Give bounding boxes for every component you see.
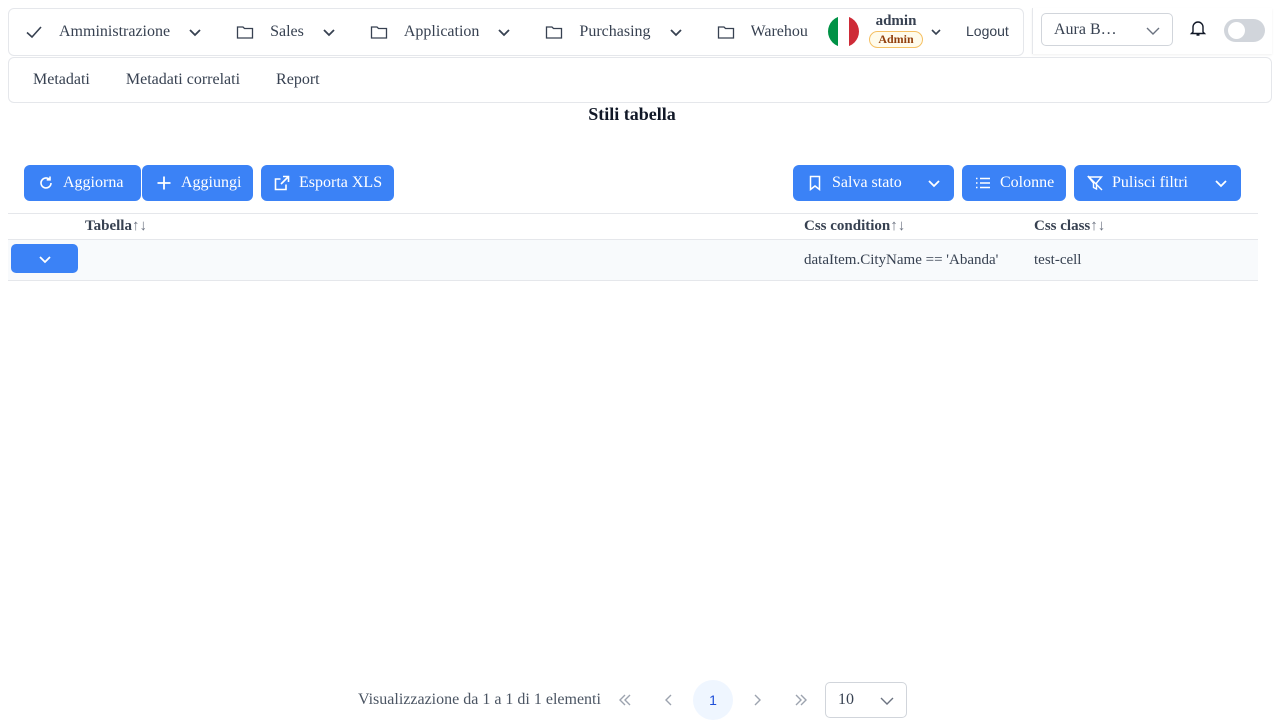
- chevron-down-icon: [1215, 180, 1227, 188]
- menu-item-label: Application: [403, 23, 480, 40]
- logout-button[interactable]: Logout: [966, 23, 1009, 39]
- columns-button[interactable]: Colonne: [962, 165, 1066, 201]
- table-header: Tabella↑↓ Css condition↑↓ Css class↑↓: [8, 213, 1258, 240]
- filter-slash-icon: [1086, 174, 1104, 192]
- company-select[interactable]: Aura B…: [1041, 13, 1173, 46]
- chevron-down-icon: [669, 25, 683, 39]
- cell-css-condition: dataItem.CityName == 'Abanda': [804, 252, 999, 268]
- rows-per-page-value: 10: [838, 691, 854, 708]
- menu-item-warehouse[interactable]: Warehou: [701, 9, 831, 55]
- next-page-icon[interactable]: [741, 684, 773, 716]
- sub-menubar: Metadati Metadati correlati Report: [8, 57, 1272, 103]
- list-icon: [974, 174, 992, 192]
- page-title: Stili tabella: [588, 104, 676, 124]
- refresh-icon: [37, 174, 55, 192]
- language-flag-icon[interactable]: [828, 16, 859, 47]
- company-select-value: Aura B…: [1054, 20, 1117, 38]
- clear-filters-button[interactable]: Pulisci filtri: [1074, 165, 1241, 201]
- export-label: Esporta XLS: [299, 174, 383, 191]
- save-state-label: Salva stato: [832, 174, 902, 191]
- user-role-badge: Admin: [869, 31, 923, 48]
- menu-item-label: Sales: [270, 23, 304, 40]
- clear-filters-label: Pulisci filtri: [1112, 174, 1188, 191]
- row-actions-button[interactable]: [11, 244, 78, 273]
- last-page-icon[interactable]: [785, 684, 817, 716]
- check-icon: [25, 23, 43, 41]
- refresh-label: Aggiorna: [63, 174, 124, 191]
- column-title: Css class: [1034, 218, 1091, 234]
- save-state-dropdown[interactable]: [914, 165, 954, 201]
- bookmark-icon: [806, 174, 824, 192]
- menu-item-label: Warehou: [750, 23, 808, 40]
- menu-item-application[interactable]: Application: [354, 9, 530, 55]
- submenu-item-metadati[interactable]: Metadati: [33, 71, 90, 89]
- columns-label: Colonne: [1000, 174, 1055, 191]
- sort-icon[interactable]: ↑↓: [132, 218, 147, 234]
- prev-page-icon[interactable]: [653, 684, 685, 716]
- topright-panel: Aura B…: [1032, 8, 1272, 54]
- sort-icon[interactable]: ↑↓: [1090, 218, 1105, 234]
- rows-per-page-select[interactable]: 10: [825, 682, 907, 718]
- chevron-down-icon[interactable]: [930, 25, 942, 37]
- chevron-down-icon: [322, 25, 336, 39]
- user-menu[interactable]: admin Admin: [868, 13, 924, 48]
- chevron-down-icon: [497, 25, 511, 39]
- export-xls-button[interactable]: Esporta XLS: [261, 165, 394, 201]
- folder-icon: [236, 23, 254, 41]
- cell-css-class: test-cell: [1034, 252, 1082, 268]
- refresh-button[interactable]: Aggiorna: [24, 165, 141, 201]
- folder-icon: [370, 23, 388, 41]
- column-header-tabella[interactable]: Tabella↑↓: [85, 218, 147, 235]
- menu-item-label: Amministrazione: [59, 23, 171, 40]
- bell-icon[interactable]: [1189, 19, 1207, 37]
- page-button-current[interactable]: 1: [693, 680, 733, 720]
- external-link-icon: [273, 174, 291, 192]
- clear-filters-dropdown[interactable]: [1201, 165, 1241, 201]
- chevron-down-icon: [880, 694, 894, 708]
- column-header-css-class[interactable]: Css class↑↓: [1034, 218, 1105, 235]
- chevron-down-icon: [928, 180, 940, 188]
- first-page-icon[interactable]: [609, 684, 641, 716]
- toggle-knob: [1228, 22, 1245, 39]
- table-row[interactable]: dataItem.CityName == 'Abanda' test-cell: [8, 240, 1258, 281]
- plus-icon: [155, 174, 173, 192]
- menu-item-purchasing[interactable]: Purchasing: [529, 9, 700, 55]
- submenu-item-report[interactable]: Report: [276, 71, 320, 89]
- user-name: admin: [875, 13, 917, 29]
- add-label: Aggiungi: [181, 174, 242, 191]
- menu-item-sales[interactable]: Sales: [220, 9, 354, 55]
- column-title: Tabella: [85, 218, 132, 234]
- column-header-css-condition[interactable]: Css condition↑↓: [804, 218, 905, 235]
- column-title: Css condition: [804, 218, 891, 234]
- menu-item-amministrazione[interactable]: Amministrazione: [9, 9, 220, 55]
- chevron-down-icon: [38, 255, 51, 263]
- folder-icon: [717, 23, 735, 41]
- folder-icon: [545, 23, 563, 41]
- paginator: Visualizzazione da 1 a 1 di 1 elementi 1…: [0, 680, 1280, 720]
- add-button[interactable]: Aggiungi: [142, 165, 253, 201]
- chevron-down-icon: [188, 25, 202, 39]
- sort-icon[interactable]: ↑↓: [890, 218, 905, 234]
- paginator-summary: Visualizzazione da 1 a 1 di 1 elementi: [358, 691, 601, 708]
- menu-item-label: Purchasing: [579, 23, 651, 40]
- theme-toggle[interactable]: [1224, 19, 1265, 42]
- save-state-button[interactable]: Salva stato: [793, 165, 954, 201]
- chevron-down-icon: [1146, 24, 1160, 38]
- submenu-item-metadati-correlati[interactable]: Metadati correlati: [126, 71, 240, 89]
